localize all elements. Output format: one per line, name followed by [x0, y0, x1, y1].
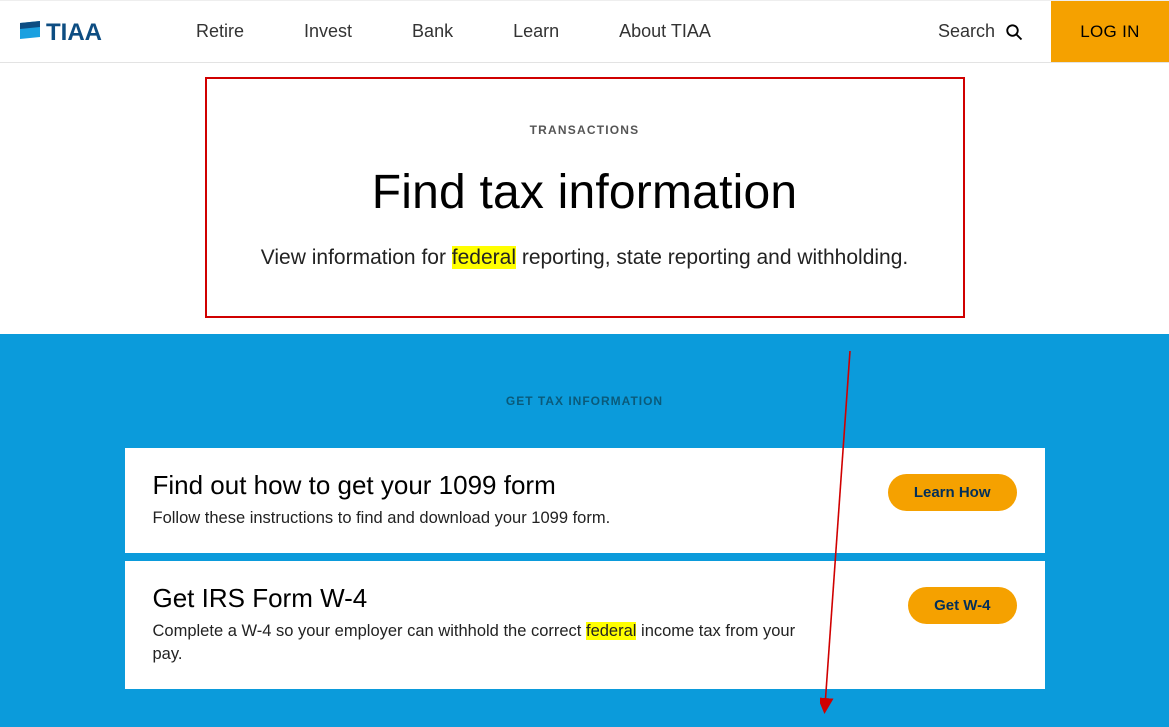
nav-invest[interactable]: Invest: [304, 21, 352, 42]
card-title: Find out how to get your 1099 form: [153, 470, 611, 501]
hero-eyebrow: TRANSACTIONS: [227, 123, 943, 137]
search-button[interactable]: Search: [938, 1, 1051, 62]
nav-learn[interactable]: Learn: [513, 21, 559, 42]
search-label: Search: [938, 21, 995, 42]
login-button[interactable]: LOG IN: [1051, 1, 1169, 62]
get-w4-button[interactable]: Get W-4: [908, 587, 1016, 624]
logo[interactable]: TIAA: [0, 1, 158, 62]
section-eyebrow: GET TAX INFORMATION: [0, 394, 1169, 408]
card-w4: Get IRS Form W-4 Complete a W-4 so your …: [125, 561, 1045, 691]
svg-text:TIAA: TIAA: [46, 19, 102, 45]
page-title: Find tax information: [227, 165, 943, 220]
card-title: Get IRS Form W-4: [153, 583, 813, 614]
nav-retire[interactable]: Retire: [196, 21, 244, 42]
learn-how-button[interactable]: Learn How: [888, 474, 1017, 511]
card-list: Find out how to get your 1099 form Follo…: [125, 448, 1045, 691]
primary-nav: Retire Invest Bank Learn About TIAA: [158, 1, 711, 62]
hero-subtitle: View information for federal reporting, …: [227, 246, 943, 270]
search-icon: [1005, 23, 1023, 41]
logo-icon: TIAA: [18, 19, 138, 45]
highlight-federal-2: federal: [586, 622, 636, 640]
hero-callout-box: TRANSACTIONS Find tax information View i…: [205, 77, 965, 318]
nav-bank[interactable]: Bank: [412, 21, 453, 42]
card-desc: Complete a W-4 so your employer can with…: [153, 620, 813, 665]
hero-section: TRANSACTIONS Find tax information View i…: [0, 77, 1169, 318]
nav-about[interactable]: About TIAA: [619, 21, 711, 42]
get-tax-info-section: GET TAX INFORMATION Find out how to get …: [0, 334, 1169, 727]
card-desc: Follow these instructions to find and do…: [153, 507, 611, 529]
top-nav: TIAA Retire Invest Bank Learn About TIAA…: [0, 0, 1169, 63]
card-1099: Find out how to get your 1099 form Follo…: [125, 448, 1045, 555]
highlight-federal-1: federal: [452, 246, 516, 269]
